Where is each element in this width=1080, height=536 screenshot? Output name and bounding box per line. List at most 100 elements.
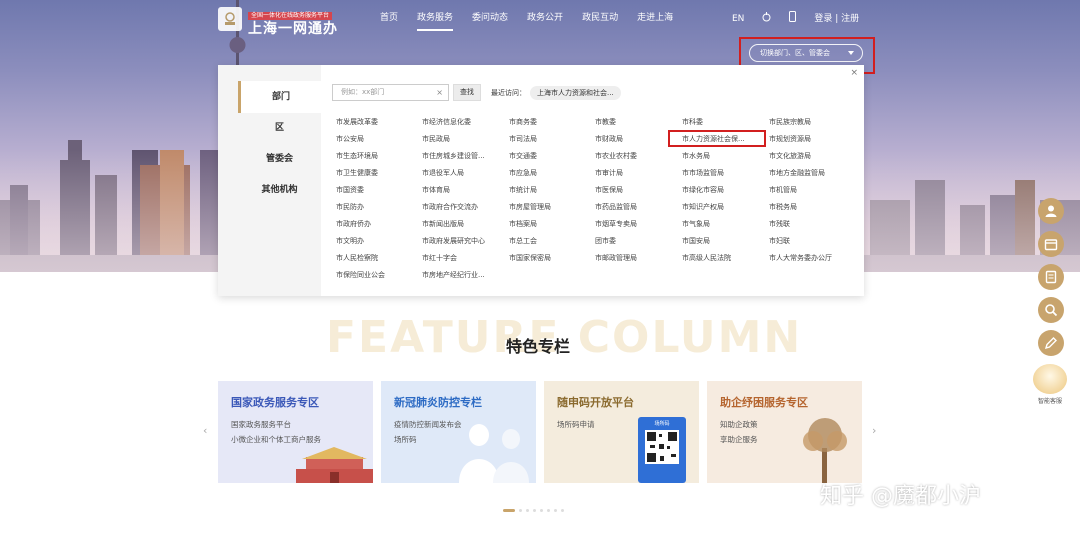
department-link[interactable]: 市妇联 [769,236,849,246]
department-link[interactable]: 市文化旅游局 [769,151,849,161]
department-link[interactable]: 市退役军人局 [422,168,502,178]
feature-card-national[interactable]: 国家政务服务专区 国家政务服务平台 小微企业和个体工商户服务 [218,381,373,483]
department-link[interactable]: 市教委 [595,117,675,127]
carousel-dot[interactable] [561,509,564,512]
department-link[interactable]: 市新闻出版局 [422,219,502,229]
department-link[interactable]: 市规划资源局 [769,134,849,144]
department-link[interactable]: 市民族宗教局 [769,117,849,127]
department-link[interactable]: 市体育局 [422,185,502,195]
search-icon[interactable] [1038,297,1064,323]
language-toggle[interactable]: EN [732,12,744,26]
carousel-dot[interactable] [547,509,550,512]
department-link[interactable]: 市经济信息化委 [422,117,502,127]
department-link[interactable]: 市残联 [769,219,849,229]
department-link[interactable]: 市国家保密局 [509,253,589,263]
department-search-input[interactable]: 例如：xx部门 × [332,84,449,101]
recent-visit-item[interactable]: 上海市人力资源和社会... [530,85,621,100]
department-link[interactable]: 市人民检察院 [336,253,416,263]
feature-card-covid[interactable]: 新冠肺炎防控专栏 疫情防控新闻发布会 场所码 [381,381,536,483]
clear-icon[interactable]: × [436,85,443,100]
tab-committees[interactable]: 管委会 [238,143,321,175]
feature-card-suishenma[interactable]: 随申码开放平台 场所码申请 场所码 [544,381,699,483]
department-link[interactable]: 市保险同业公会 [336,270,416,280]
department-link[interactable]: 市应急局 [509,168,589,178]
carousel-dot[interactable] [533,509,536,512]
department-link[interactable]: 市政府侨办 [336,219,416,229]
department-link[interactable]: 市统计局 [509,185,589,195]
feature-card-business-relief[interactable]: 助企纾困服务专区 知助企政策 享助企服务 [707,381,862,483]
department-link[interactable]: 市红十字会 [422,253,502,263]
department-link[interactable]: 市高级人民法院 [682,253,762,263]
department-link[interactable]: 市住房城乡建设管... [422,151,502,161]
carousel-dot[interactable] [519,509,522,512]
tab-districts[interactable]: 区 [238,112,321,144]
department-link[interactable]: 市国安局 [682,236,762,246]
department-link[interactable]: 市税务局 [769,202,849,212]
nav-interaction[interactable]: 政民互动 [582,11,618,25]
department-link[interactable]: 市医保局 [595,185,675,195]
department-link[interactable]: 市农业农村委 [595,151,675,161]
department-link[interactable]: 市烟草专卖局 [595,219,675,229]
carousel-dot[interactable] [526,509,529,512]
carousel-dot[interactable] [540,509,543,512]
region-selector[interactable]: 切换部门、区、管委会 [749,44,863,62]
department-link[interactable]: 市民防办 [336,202,416,212]
calendar-icon[interactable] [1038,231,1064,257]
department-link[interactable]: 市交通委 [509,151,589,161]
edit-icon[interactable] [1038,330,1064,356]
document-icon[interactable] [1038,264,1064,290]
carousel-dot[interactable] [554,509,557,512]
carousel-prev-button[interactable]: ‹ [203,424,207,437]
department-link[interactable]: 市房地产经纪行业... [422,270,502,280]
mobile-icon[interactable] [789,11,797,27]
carousel-dot[interactable] [503,509,515,512]
department-link[interactable]: 市邮政管理局 [595,253,675,263]
department-link[interactable]: 团市委 [595,236,675,246]
department-link[interactable]: 市文明办 [336,236,416,246]
department-link[interactable]: 市审计局 [595,168,675,178]
department-link[interactable]: 市发展改革委 [336,117,416,127]
department-link[interactable]: 市机管局 [769,185,849,195]
department-link[interactable]: 市地方金融监管局 [769,168,849,178]
nav-government-services[interactable]: 政务服务 [417,11,454,31]
card-link[interactable]: 场所码 [394,434,417,445]
department-link[interactable]: 市财政局 [595,134,675,144]
search-button[interactable]: 查找 [453,84,481,101]
card-link[interactable]: 场所码申请 [557,419,595,430]
close-icon[interactable]: × [850,68,858,78]
department-link[interactable]: 市政府合作交流办 [422,202,502,212]
smart-assistant[interactable]: 智能客服 [1032,364,1068,405]
department-link[interactable]: 市国资委 [336,185,416,195]
department-link[interactable]: 市档案局 [509,219,589,229]
department-link[interactable]: 市商务委 [509,117,589,127]
department-link[interactable]: 市绿化市容局 [682,185,762,195]
department-link[interactable]: 市总工会 [509,236,589,246]
card-link[interactable]: 知助企政策 [720,419,758,430]
department-link[interactable]: 市水务局 [682,151,762,161]
nav-about-shanghai[interactable]: 走进上海 [637,11,673,25]
nav-news[interactable]: 委问动态 [472,11,508,25]
department-link[interactable]: 市民政局 [422,134,502,144]
department-link[interactable]: 市市场监管局 [682,168,762,178]
tab-departments[interactable]: 部门 [238,81,321,113]
nav-public-affairs[interactable]: 政务公开 [527,11,563,25]
department-link[interactable]: 市知识产权局 [682,202,762,212]
department-link[interactable]: 市房屋管理局 [509,202,589,212]
department-link[interactable]: 市科委 [682,117,762,127]
department-link[interactable]: 市气象局 [682,219,762,229]
login-register-link[interactable]: 登录 | 注册 [814,12,859,26]
site-logo[interactable]: 全国一体化在线政务服务平台 上海一网通办 [218,6,338,37]
nav-home[interactable]: 首页 [380,11,398,25]
department-link[interactable]: 市生态环境局 [336,151,416,161]
department-link[interactable]: 市药品监管局 [595,202,675,212]
tab-other-agencies[interactable]: 其他机构 [238,174,321,206]
department-link[interactable]: 市公安局 [336,134,416,144]
department-link[interactable]: 市司法局 [509,134,589,144]
department-link[interactable]: 市卫生健康委 [336,168,416,178]
card-link[interactable]: 国家政务服务平台 [231,419,291,430]
card-link[interactable]: 享助企服务 [720,434,758,445]
accessibility-icon[interactable] [762,11,771,27]
user-icon[interactable] [1038,198,1064,224]
department-link[interactable]: 市政府发展研究中心 [422,236,502,246]
department-link[interactable]: 市人大常务委办公厅 [769,253,849,263]
